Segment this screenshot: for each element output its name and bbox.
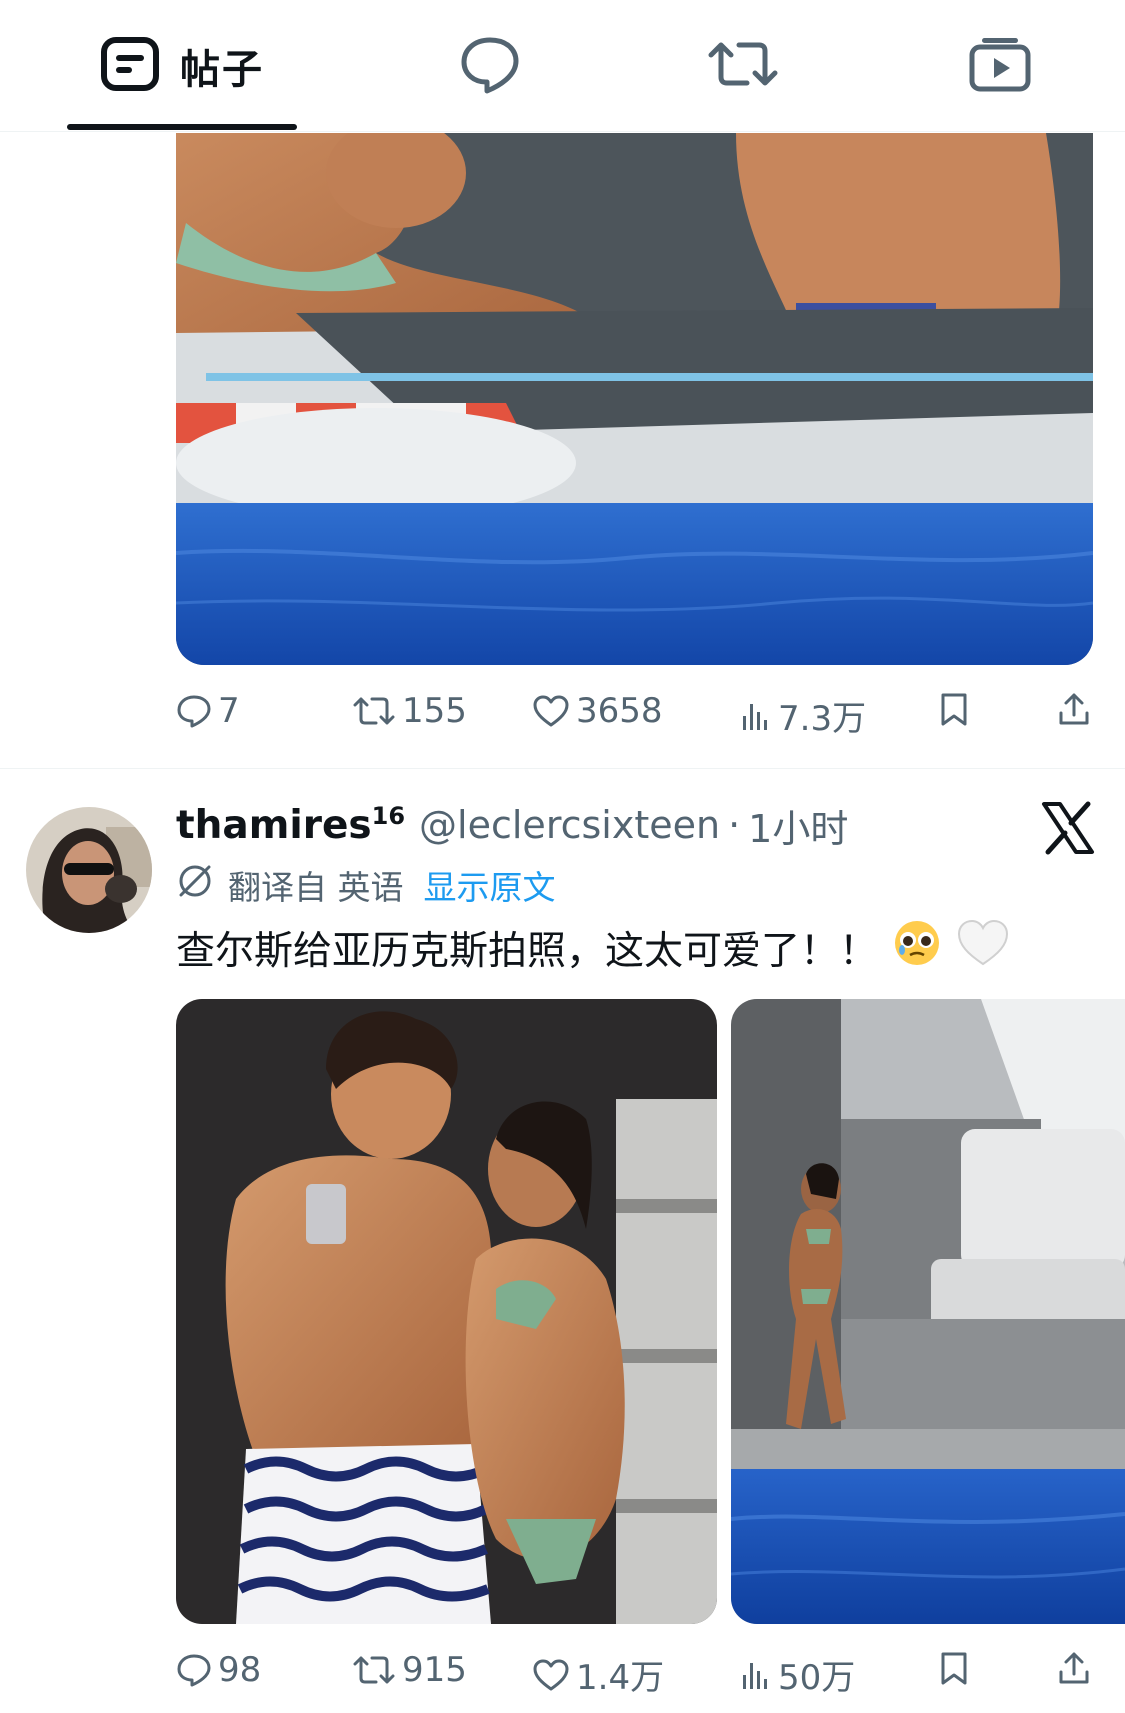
heart-icon	[532, 1658, 570, 1692]
translated-from-label: 翻译自 英语	[228, 868, 404, 907]
tweet1-like-button[interactable]: 3658	[532, 691, 663, 731]
tab-reposts[interactable]	[693, 0, 793, 131]
pleading-face-emoji	[892, 918, 942, 978]
bookmark-icon	[938, 1650, 970, 1686]
tweet2-action-bar: 98 915 1.4万 50万	[176, 1650, 1096, 1700]
tweet2-share-button[interactable]	[1056, 1650, 1092, 1686]
translation-notice: 翻译自 英语 显示原文	[176, 860, 556, 910]
tweet2-bookmark-button[interactable]	[938, 1650, 970, 1686]
tweet-photo-boat-deck[interactable]	[176, 133, 1093, 665]
views-bar-chart-icon	[740, 1659, 772, 1691]
display-name[interactable]: thamires16	[176, 802, 405, 848]
white-heart-emoji	[956, 918, 1010, 978]
tweet1-action-bar: 7 155 3658 7.3万	[176, 691, 1096, 741]
tweet-text: 查尔斯给亚历克斯拍照，这太可爱了！！	[176, 918, 1010, 978]
views-bar-chart-icon	[740, 700, 772, 732]
tweet2-views-button[interactable]: 50万	[740, 1650, 855, 1699]
tweet1-repost-button[interactable]: 155	[352, 691, 467, 731]
avatar[interactable]	[26, 807, 152, 933]
tweet-photo-woman-on-yacht[interactable]	[731, 999, 1125, 1624]
tweet1-views-button[interactable]: 7.3万	[740, 691, 866, 740]
tweet2-header: thamires16 @leclercsixteen · 1小时	[176, 795, 848, 855]
tweet2-view-count: 50万	[778, 1658, 856, 1698]
tweet2-repost-button[interactable]: 915	[352, 1650, 467, 1690]
display-name-text: thamires	[176, 803, 372, 848]
tweet2-reply-count: 98	[218, 1650, 262, 1690]
tweet1-reply-button[interactable]: 7	[176, 691, 240, 731]
share-icon	[1056, 1650, 1092, 1686]
repost-icon	[352, 694, 396, 728]
tweet-photo-couple-phone[interactable]	[176, 999, 717, 1624]
posts-icon	[100, 36, 160, 96]
reply-icon	[176, 693, 212, 729]
tweet1-share-button[interactable]	[1056, 691, 1092, 727]
share-icon	[1056, 691, 1092, 727]
profile-tab-bar: 帖子	[0, 0, 1125, 132]
tweet2-repost-count: 915	[402, 1650, 467, 1690]
tab-selected-indicator	[67, 124, 297, 130]
tab-posts[interactable]: 帖子	[67, 0, 297, 131]
tweet2-reply-button[interactable]: 98	[176, 1650, 261, 1690]
media-play-icon	[968, 35, 1032, 97]
tweet1-like-count: 3658	[576, 691, 663, 731]
display-name-superscript: 16	[371, 802, 406, 830]
tweet1-bookmark-button[interactable]	[938, 691, 970, 727]
bookmark-icon	[938, 691, 970, 727]
user-handle[interactable]: @leclercsixteen	[419, 803, 720, 847]
reply-icon	[176, 1652, 212, 1688]
heart-icon	[532, 694, 570, 728]
tab-replies[interactable]	[440, 0, 540, 131]
post-time[interactable]: 1小时	[748, 798, 848, 853]
tweet2-like-count: 1.4万	[576, 1658, 665, 1698]
translate-icon	[176, 862, 214, 908]
tweet-divider	[0, 768, 1125, 769]
repost-icon	[707, 37, 779, 95]
tab-media[interactable]	[950, 0, 1050, 131]
x-logo-icon	[1040, 800, 1096, 856]
separator-dot: ·	[728, 803, 741, 847]
speech-bubble-icon	[459, 34, 521, 98]
tweet-body: 查尔斯给亚历克斯拍照，这太可爱了！！	[176, 929, 879, 974]
tweet1-repost-count: 155	[402, 691, 467, 731]
tweet1-view-count: 7.3万	[778, 699, 867, 739]
tweet2-like-button[interactable]: 1.4万	[532, 1650, 664, 1699]
tweet1-reply-count: 7	[218, 691, 240, 731]
tab-posts-label: 帖子	[180, 46, 264, 93]
repost-icon	[352, 1653, 396, 1687]
show-original-link[interactable]: 显示原文	[424, 861, 556, 909]
